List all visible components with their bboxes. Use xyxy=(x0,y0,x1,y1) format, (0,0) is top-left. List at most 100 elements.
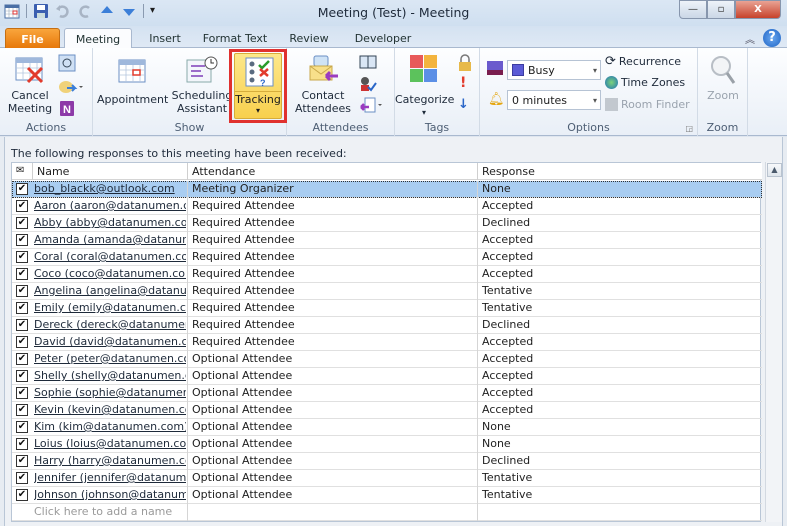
column-header-response[interactable]: Response xyxy=(477,163,762,180)
response-checkbox[interactable]: ✔ xyxy=(16,302,28,314)
response-checkbox[interactable]: ✔ xyxy=(16,319,28,331)
attendance-cell[interactable]: Required Attendee xyxy=(187,198,477,215)
attendance-cell[interactable]: Required Attendee xyxy=(187,300,477,317)
categorize-button[interactable]: Categorize ▾ xyxy=(395,54,454,119)
attendee-name[interactable]: Loius (loius@datanumen.com) xyxy=(34,437,186,450)
tab-insert[interactable]: Insert xyxy=(140,28,190,49)
response-checkbox[interactable]: ✔ xyxy=(16,438,28,450)
attendance-cell[interactable]: Meeting Organizer xyxy=(187,181,477,198)
table-row[interactable]: ✔ Johnson (johnson@datanumen Optional Atte… xyxy=(12,487,762,504)
response-checkbox[interactable]: ✔ xyxy=(16,353,28,365)
attendance-cell[interactable]: Optional Attendee xyxy=(187,470,477,487)
address-book-icon[interactable] xyxy=(359,54,377,73)
attendee-name[interactable]: Peter (peter@datanumen.com) xyxy=(34,352,186,365)
table-row[interactable]: ✔ Jennifer (jennifer@datanumen.Optional A… xyxy=(12,470,762,487)
tab-developer[interactable]: Developer xyxy=(348,28,418,49)
table-row[interactable]: ✔ Harry (harry@datanumen.com)Optional Att… xyxy=(12,453,762,470)
attendee-name[interactable]: Aaron (aaron@datanumen.com xyxy=(34,199,186,212)
attendance-cell[interactable]: Optional Attendee xyxy=(187,385,477,402)
close-button[interactable]: X xyxy=(735,0,781,19)
column-header-attendance[interactable]: Attendance xyxy=(187,163,477,180)
attendee-name[interactable]: Coco (coco@datanumen.com) xyxy=(34,267,186,280)
response-checkbox[interactable]: ✔ xyxy=(16,234,28,246)
table-row[interactable]: ✔ Dereck (dereck@datanumen.coRequired Att… xyxy=(12,317,762,334)
response-checkbox[interactable]: ✔ xyxy=(16,285,28,297)
attendee-name[interactable]: Shelly (shelly@datanumen.com) xyxy=(34,369,186,382)
collapse-ribbon-icon[interactable]: ︽ xyxy=(745,31,755,46)
attendance-cell[interactable]: Optional Attendee xyxy=(187,402,477,419)
response-checkbox[interactable]: ✔ xyxy=(16,336,28,348)
table-row[interactable]: ✔ Kevin (kevin@datanumen.com)Optional Att… xyxy=(12,402,762,419)
table-row[interactable]: ✔ bob_blackk@outlook.com Meeting Organizer… xyxy=(12,181,762,198)
low-importance-icon[interactable]: ↓ xyxy=(458,97,469,112)
table-row[interactable]: ✔ Abby (abby@datanumen.com) Required Atten… xyxy=(12,215,762,232)
table-row[interactable]: ✔ Coco (coco@datanumen.com) Required Atten… xyxy=(12,266,762,283)
minimize-button[interactable]: — xyxy=(679,0,707,19)
recurrence-button[interactable]: ⟳ Recurrence xyxy=(605,54,681,69)
table-row[interactable]: ✔ Aaron (aaron@datanumen.comRequired Atte… xyxy=(12,198,762,215)
attendance-cell[interactable]: Optional Attendee xyxy=(187,368,477,385)
table-row[interactable]: ✔ Kim (kim@datanumen.com) Optional Attende… xyxy=(12,419,762,436)
scheduling-assistant-button[interactable]: Scheduling Assistant xyxy=(171,54,233,115)
attendance-cell[interactable]: Required Attendee xyxy=(187,266,477,283)
attendance-cell[interactable]: Required Attendee xyxy=(187,334,477,351)
zoom-button[interactable]: Zoom xyxy=(698,54,748,102)
attendee-name[interactable]: Emily (emily@datanumen.com) xyxy=(34,301,186,314)
attendance-cell[interactable]: Required Attendee xyxy=(187,232,477,249)
tab-format-text[interactable]: Format Text xyxy=(196,28,274,49)
response-checkbox[interactable]: ✔ xyxy=(16,489,28,501)
help-icon[interactable]: ? xyxy=(763,29,781,47)
table-row[interactable]: ✔ Emily (emily@datanumen.com)Required Att… xyxy=(12,300,762,317)
attendee-name[interactable]: Harry (harry@datanumen.com) xyxy=(34,454,186,467)
table-row[interactable]: ✔ David (david@datanumen.com)Required Att… xyxy=(12,334,762,351)
vertical-scrollbar[interactable]: ▲ xyxy=(765,162,782,522)
attendance-cell[interactable]: Required Attendee xyxy=(187,283,477,300)
response-checkbox[interactable]: ✔ xyxy=(16,387,28,399)
onenote-icon[interactable]: N xyxy=(58,100,76,121)
contact-attendees-button[interactable]: Contact Attendees xyxy=(291,54,355,115)
attendee-name[interactable]: Jennifer (jennifer@datanumen. xyxy=(34,471,186,484)
table-row[interactable]: ✔ Angelina (angelina@datanumenRequired At… xyxy=(12,283,762,300)
response-checkbox[interactable]: ✔ xyxy=(16,268,28,280)
response-options-icon[interactable] xyxy=(359,96,385,117)
table-row[interactable]: ✔ Coral (coral@datanumen.com)Required Att… xyxy=(12,249,762,266)
attendance-cell[interactable]: Optional Attendee xyxy=(187,453,477,470)
cancel-meeting-button[interactable]: Cancel Meeting xyxy=(6,54,54,115)
response-checkbox[interactable]: ✔ xyxy=(16,421,28,433)
response-checkbox[interactable]: ✔ xyxy=(16,404,28,416)
address-book-check-icon[interactable] xyxy=(58,54,76,75)
tab-meeting[interactable]: Meeting xyxy=(64,28,132,49)
response-checkbox[interactable]: ✔ xyxy=(16,183,28,195)
attendee-name[interactable]: Abby (abby@datanumen.com) xyxy=(34,216,186,229)
attendee-name[interactable]: Amanda (amanda@datanumen. xyxy=(34,233,186,246)
attendance-cell[interactable]: Required Attendee xyxy=(187,317,477,334)
private-lock-icon[interactable] xyxy=(457,54,473,75)
forward-meeting-icon[interactable] xyxy=(58,78,84,99)
attendance-cell[interactable]: Required Attendee xyxy=(187,249,477,266)
reminder-select[interactable]: 0 minutes ▾ xyxy=(507,90,601,110)
scroll-up-icon[interactable]: ▲ xyxy=(767,163,782,177)
add-attendee-row[interactable]: Click here to add a name xyxy=(12,504,762,521)
attendance-cell[interactable]: Optional Attendee xyxy=(187,436,477,453)
response-checkbox[interactable]: ✔ xyxy=(16,200,28,212)
show-as-select[interactable]: Busy ▾ xyxy=(507,60,601,80)
tab-file[interactable]: File xyxy=(5,28,60,49)
attendee-name[interactable]: Coral (coral@datanumen.com) xyxy=(34,250,186,263)
maximize-button[interactable]: ▫ xyxy=(707,0,735,19)
table-row[interactable]: ✔ Shelly (shelly@datanumen.com)Optional A… xyxy=(12,368,762,385)
attendee-name[interactable]: Dereck (dereck@datanumen.co xyxy=(34,318,186,331)
attendee-name[interactable]: David (david@datanumen.com) xyxy=(34,335,186,348)
attendee-name[interactable]: bob_blackk@outlook.com xyxy=(34,182,186,195)
check-names-icon[interactable] xyxy=(359,75,377,96)
tracking-button[interactable]: ? Tracking ▾ xyxy=(234,53,282,119)
time-zones-button[interactable]: Time Zones xyxy=(605,76,685,89)
response-checkbox[interactable]: ✔ xyxy=(16,455,28,467)
attendee-name[interactable]: Kevin (kevin@datanumen.com) xyxy=(34,403,186,416)
attendee-name[interactable]: Angelina (angelina@datanumen xyxy=(34,284,186,297)
attendee-name[interactable]: Johnson (johnson@datanumen xyxy=(34,488,186,501)
add-name-input[interactable]: Click here to add a name xyxy=(34,505,186,518)
attendee-name[interactable]: Sophie (sophie@datanumen.co xyxy=(34,386,186,399)
envelope-sort-icon[interactable]: ✉︎ xyxy=(16,165,24,176)
attendee-name[interactable]: Kim (kim@datanumen.com) xyxy=(34,420,186,433)
table-row[interactable]: ✔ Amanda (amanda@datanumen.Required Atten… xyxy=(12,232,762,249)
